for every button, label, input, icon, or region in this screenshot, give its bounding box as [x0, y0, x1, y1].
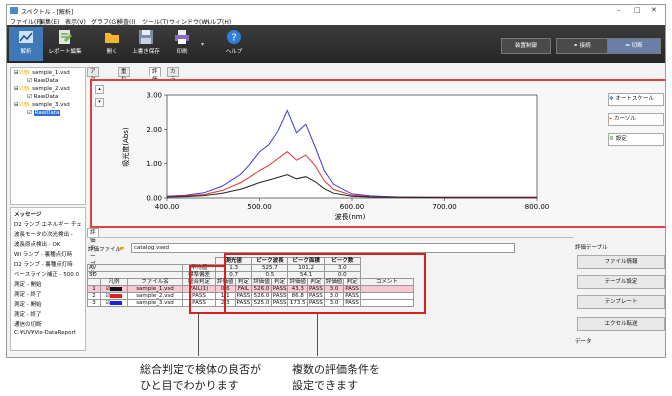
connect-button[interactable]: ⚭ 接続: [556, 38, 608, 54]
graph-area: ▴ ▾ 3.00 2.00 1.00 0.00 400.00 500.00 600.00 7…: [90, 79, 665, 228]
tab-color[interactable]: カラー: [167, 67, 179, 91]
tree-item[interactable]: ⊟☑📁 sample_1.vsd: [14, 70, 70, 76]
window-title: スペクトル - [解析]: [21, 9, 74, 16]
message-line: 測定 - 開始: [14, 282, 42, 288]
x-tick-label: 400.00: [155, 203, 180, 211]
message-panel: メッセージ D2 ランプ エネルギー チェ 波長モータの次光検出 - 波長原点検…: [10, 207, 86, 351]
overall-highlight: [189, 265, 226, 314]
eval-file-field[interactable]: catalog.vsed: [131, 243, 515, 253]
message-line: 測定 - 終了: [14, 312, 42, 318]
settings-icon: ⚙: [609, 136, 616, 142]
print-button[interactable]: 印刷: [165, 27, 199, 61]
save-button[interactable]: 上書き保存: [129, 27, 163, 61]
callout-line-right: [317, 312, 318, 356]
save-icon: [139, 30, 153, 44]
analysis-label: 解析: [20, 49, 32, 55]
legend-swatch: [110, 286, 123, 291]
data-label: データ: [575, 339, 592, 345]
minimize-icon[interactable]: –: [617, 6, 621, 14]
disconnect-button[interactable]: ⚮ 切断: [607, 38, 661, 54]
message-header: メッセージ: [14, 212, 42, 218]
tree-item[interactable]: ☑ RawData: [27, 78, 58, 84]
caption-right: 複数の評価条件を 設定できます: [292, 363, 380, 392]
y-tick-label: 3.00: [146, 92, 162, 100]
help-icon: ?: [227, 30, 241, 44]
conditions-highlight: [224, 253, 426, 314]
excel-transfer-button[interactable]: エクセル転送: [577, 317, 665, 331]
legend-swatch: [110, 293, 123, 298]
y-tick-label: 0.00: [146, 195, 162, 203]
tree-item[interactable]: ⊟☑📁 sample_2.vsd: [14, 86, 70, 92]
y-tick-label: 2.00: [146, 126, 162, 134]
x-axis-label: 波長(nm): [335, 212, 366, 221]
legend-swatch: [110, 300, 123, 305]
message-line: 波長モータの次光検出 -: [14, 232, 73, 238]
eval-side-title: 評価テーブル: [575, 245, 608, 251]
analysis-button[interactable]: 解析: [9, 27, 43, 61]
divider: [87, 237, 573, 238]
autoscale-button[interactable]: ✥ オートスケール: [608, 93, 664, 106]
message-line: 波長原点検出 - OK: [14, 242, 61, 248]
help-label: ヘルプ: [225, 49, 243, 55]
open-label: 開く: [106, 49, 118, 55]
disconnect-label: 切断: [631, 43, 643, 49]
tab-overlay[interactable]: 重ね描き: [118, 67, 130, 99]
message-line: D2 ランプ - 裏種点灯時: [14, 262, 73, 268]
maximize-icon[interactable]: □: [634, 6, 641, 14]
eval-file-label: 評価ファイル: [88, 247, 122, 253]
device-control-button[interactable]: 装置制御: [501, 38, 551, 54]
folder-icon: [105, 33, 119, 43]
tree-item[interactable]: ⊟☑📁 sample_3.vsd: [14, 102, 70, 108]
toolbar: 解析 レポート編集 開く 上書き保存 印刷 ▾ ? ヘルプ 装置制御 ⚭ 接続 …: [7, 25, 665, 63]
template-button[interactable]: テンプレート: [577, 295, 665, 309]
tree-item[interactable]: ☑ RawData: [27, 94, 58, 100]
x-tick-label: 800.00: [525, 203, 550, 211]
x-tick-label: 600.00: [340, 203, 365, 211]
table-settings-button[interactable]: テーブル設定: [577, 275, 665, 289]
save-label: 上書き保存: [132, 49, 160, 55]
report-edit-button[interactable]: レポート編集: [45, 27, 85, 61]
tab-evaluation[interactable]: 評価: [149, 67, 161, 83]
file-tree: ⊟☑📁 sample_1.vsd ☑ RawData ⊟☑📁 sample_2.…: [10, 67, 86, 205]
report-edit-label: レポート編集: [48, 49, 82, 55]
message-line: ベースライン補正 - 500.0: [14, 272, 79, 278]
y-axis-label: 吸光度(Abs): [121, 127, 130, 167]
help-button[interactable]: ? ヘルプ: [217, 27, 251, 61]
connect-label: 接続: [579, 43, 591, 49]
file-info-button[interactable]: ファイル情報: [577, 255, 665, 269]
caption-left: 総合判定で検体の良否が ひと目でわかります: [140, 363, 261, 392]
spectrum-chart: 3.00 2.00 1.00 0.00 400.00 500.00 600.00 700.0…: [121, 92, 550, 222]
tab-active[interactable]: アクティブ: [87, 67, 99, 107]
message-line: 通信の切断: [14, 322, 42, 328]
callout-line-left: [198, 312, 199, 356]
x-tick-label: 700.00: [432, 203, 457, 211]
y-tick-label: 1.00: [146, 160, 162, 168]
open-button[interactable]: 開く: [95, 27, 129, 61]
settings-button[interactable]: ⚙ 設定: [608, 133, 664, 146]
message-line: 測定 - 開始: [14, 302, 42, 308]
print-label: 印刷: [176, 49, 188, 55]
tree-item-selected[interactable]: ☑ RawData: [27, 110, 61, 116]
folder-icon[interactable]: ▰: [119, 244, 124, 252]
message-line: WI ランプ - 裏種点灯時: [14, 252, 73, 258]
title-bar: スペクトル - [解析] – □ ✕: [7, 5, 665, 16]
x-tick-label: 500.00: [247, 203, 272, 211]
svg-text:?: ?: [231, 33, 236, 44]
print-dropdown-icon[interactable]: ▾: [201, 41, 204, 48]
message-line: 測定 - 終了: [14, 292, 42, 298]
app-window: スペクトル - [解析] – □ ✕ ファイル(F) 編集(E) 表示(V) グ…: [6, 4, 666, 358]
close-icon[interactable]: ✕: [651, 6, 657, 14]
message-line: D2 ランプ エネルギー チェ: [14, 222, 82, 228]
app-icon: [10, 7, 18, 14]
report-edit-icon: [59, 30, 72, 44]
plot-area: [166, 94, 538, 199]
analysis-icon: [19, 31, 33, 43]
cursor-button[interactable]: ⌖ カーソル: [608, 113, 664, 126]
print-icon: [175, 30, 189, 44]
message-line: C:¥UV¥Vis-DataReport: [14, 330, 76, 336]
